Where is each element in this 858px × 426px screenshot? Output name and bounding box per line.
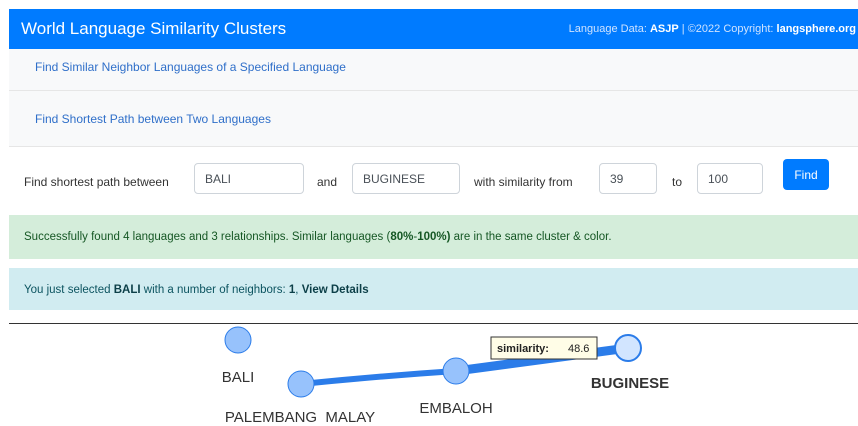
selected-language: BALI [113, 284, 141, 296]
credits-mid: | ©2022 Copyright: [678, 23, 777, 35]
success-suffix: are in the same cluster & color. [450, 231, 612, 243]
similarity-from-input[interactable] [599, 163, 657, 194]
navbar: World Language Similarity Clusters Langu… [9, 9, 858, 49]
success-alert: Successfully found 4 languages and 3 rel… [9, 215, 858, 259]
edge-palembang-embaloh[interactable] [300, 368, 457, 387]
menu-similar[interactable]: Find Similar Neighbor Languages of a Spe… [9, 49, 858, 91]
app-title[interactable]: World Language Similarity Clusters [21, 19, 286, 39]
credits: Language Data: ASJP | ©2022 Copyright: l… [569, 23, 856, 35]
from-language-input[interactable] [194, 163, 304, 194]
info-prefix: You just selected [24, 284, 114, 296]
credits-source: ASJP [649, 23, 679, 35]
success-prefix: Successfully found 4 languages and 3 rel… [24, 231, 391, 243]
label-to: to [672, 175, 683, 189]
tooltip-value: 48.6 [568, 343, 589, 355]
label-bali: BALI [222, 369, 255, 386]
selection-info-alert: You just selected BALI with a number of … [9, 268, 858, 310]
menu-shortest-path[interactable]: Find Shortest Path between Two Languages [9, 91, 858, 147]
credits-prefix: Language Data: [568, 23, 650, 35]
info-mid: with a number of neighbors: [140, 284, 289, 296]
path-form: Find shortest path between and with simi… [9, 150, 858, 210]
node-embaloh[interactable] [442, 357, 470, 385]
credits-site-link[interactable]: langsphere.org [777, 23, 856, 35]
range-high: 100%) [417, 231, 451, 243]
node-buginese[interactable] [614, 334, 642, 362]
label-and: and [317, 175, 338, 189]
language-graph[interactable]: BALI PALEMBANG MALAY EMBALOH BUGINESE si… [0, 324, 858, 426]
label-find-between: Find shortest path between [24, 175, 169, 189]
range-low: 80% [390, 231, 414, 243]
node-bali[interactable] [224, 326, 252, 354]
label-similarity-from: with similarity from [474, 175, 573, 189]
label-embaloh: EMBALOH [419, 400, 492, 417]
shortest-path-link[interactable]: Find Shortest Path between Two Languages [35, 112, 271, 126]
to-language-input[interactable] [352, 163, 460, 194]
similarity-tooltip: similarity: 48.6 [490, 336, 598, 360]
similar-neighbors-link[interactable]: Find Similar Neighbor Languages of a Spe… [35, 60, 346, 74]
tooltip-label: similarity: [497, 343, 549, 355]
node-palembang-malay[interactable] [287, 370, 315, 398]
similarity-to-input[interactable] [697, 163, 763, 194]
label-palembang-malay: PALEMBANG MALAY [225, 409, 375, 426]
label-buginese: BUGINESE [591, 375, 669, 392]
view-details-link[interactable]: View Details [302, 284, 369, 296]
find-button[interactable]: Find [783, 159, 829, 190]
